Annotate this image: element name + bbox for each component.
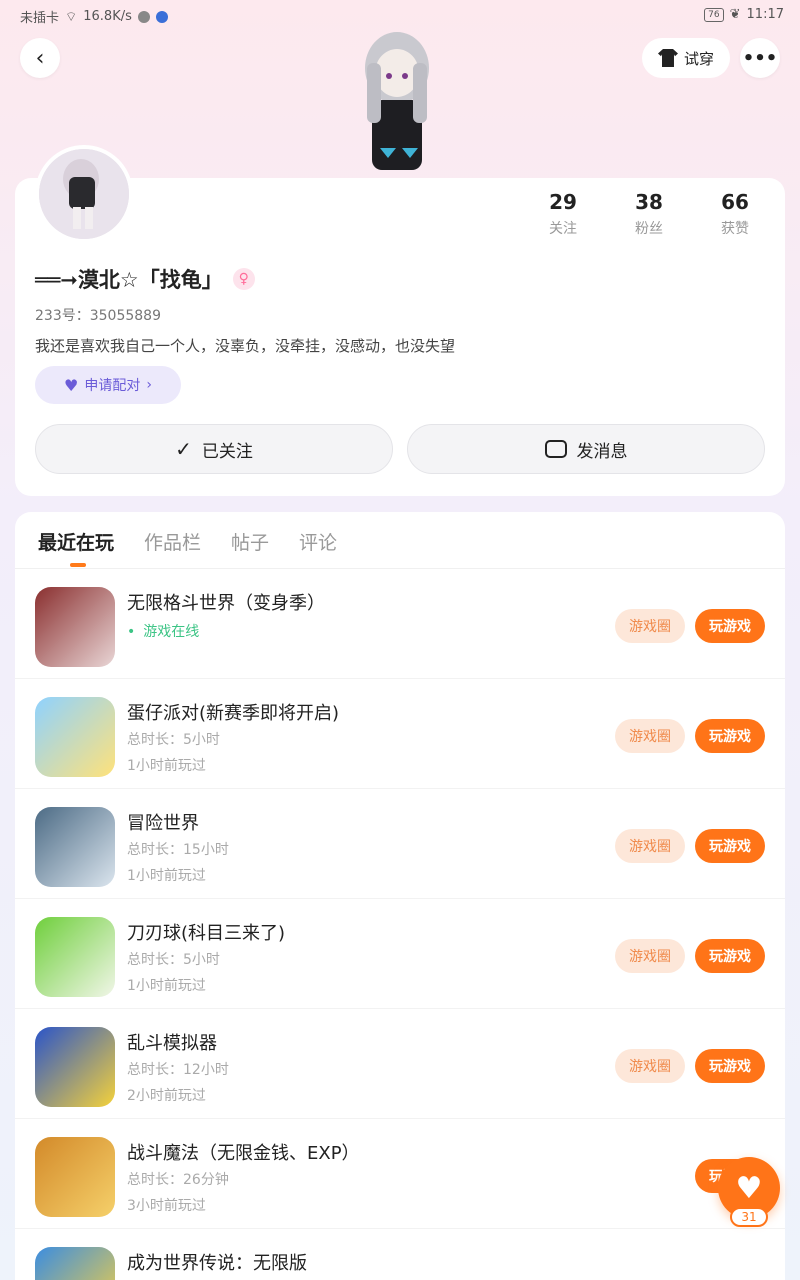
- game-online-status: 游戏在线: [127, 621, 199, 641]
- game-row[interactable]: 冒险世界 总时长：15小时 1小时前玩过 游戏圈 玩游戏: [15, 789, 785, 899]
- game-row[interactable]: 蛋仔派对(新赛季即将开启) 总时长：5小时 1小时前玩过 游戏圈 玩游戏: [15, 679, 785, 789]
- tab-comments[interactable]: 评论: [299, 528, 337, 555]
- play-game-button[interactable]: 玩游戏: [695, 609, 765, 643]
- game-total-time: 总时长：5小时: [127, 732, 220, 748]
- game-circle-button[interactable]: 游戏圈: [615, 939, 685, 973]
- game-total-time: 总时长：26分钟: [127, 1172, 229, 1188]
- game-circle-button[interactable]: 游戏圈: [615, 719, 685, 753]
- stat-followers[interactable]: 38 粉丝: [606, 190, 692, 238]
- chevron-right-icon: ›: [146, 377, 152, 393]
- game-last-played: 2小时前玩过: [127, 1088, 206, 1104]
- active-tab-indicator: [70, 563, 86, 567]
- game-row[interactable]: 刀刃球(科目三来了) 总时长：5小时 1小时前玩过 游戏圈 玩游戏: [15, 899, 785, 1009]
- back-button[interactable]: ‹: [20, 38, 60, 78]
- game-total-time: 总时长：15小时: [127, 842, 229, 858]
- game-circle-button[interactable]: 游戏圈: [615, 609, 685, 643]
- profile-stats: 29 关注 38 粉丝 66 获赞: [520, 190, 780, 238]
- try-on-label: 试穿: [683, 49, 714, 68]
- user-bio: 我还是喜欢我自己一个人，没辜负，没牵挂，没感动，也没失望: [35, 337, 456, 355]
- game-last-played: 3小时前玩过: [127, 1198, 206, 1214]
- username-row: ══➞漠北☆「找龟」 ♀: [35, 264, 255, 294]
- game-title: 战斗魔法（无限金钱、EXP）: [127, 1143, 360, 1164]
- game-icon[interactable]: [35, 917, 115, 997]
- game-icon[interactable]: [35, 1247, 115, 1280]
- likes-label: 获赞: [721, 221, 749, 237]
- username: ══➞漠北☆「找龟」: [35, 268, 223, 292]
- network-speed: 16.8K/s: [83, 9, 132, 24]
- game-icon[interactable]: [35, 807, 115, 887]
- avatar[interactable]: [35, 145, 133, 243]
- game-title: 成为世界传说：无限版: [127, 1253, 307, 1274]
- wifi-icon: ⌔: [65, 9, 78, 25]
- like-count-badge: 31: [730, 1207, 768, 1227]
- play-game-button[interactable]: 玩游戏: [695, 829, 765, 863]
- game-title: 冒险世界: [127, 813, 199, 834]
- battery-indicator: 76: [704, 7, 724, 22]
- game-icon[interactable]: [35, 697, 115, 777]
- game-last-played: 1小时前玩过: [127, 978, 206, 994]
- game-title: 无限格斗世界（变身季）: [127, 593, 325, 614]
- game-icon[interactable]: [35, 1027, 115, 1107]
- game-title: 蛋仔派对(新赛季即将开启): [127, 703, 340, 724]
- more-button[interactable]: •••: [740, 38, 780, 78]
- user-id: 233号：35055889: [35, 308, 161, 324]
- followers-count: 38: [635, 190, 663, 214]
- play-game-button[interactable]: 玩游戏: [695, 939, 765, 973]
- game-title: 乱斗模拟器: [127, 1033, 217, 1054]
- followed-button[interactable]: ✓ 已关注: [35, 424, 393, 474]
- game-icon[interactable]: [35, 1137, 115, 1217]
- shirt-icon: [657, 49, 678, 67]
- likes-count: 66: [721, 190, 749, 214]
- game-circle-button[interactable]: 游戏圈: [615, 829, 685, 863]
- following-label: 关注: [549, 221, 577, 237]
- chevron-left-icon: ‹: [35, 45, 45, 71]
- avatar-figure-image: [365, 32, 429, 170]
- leaf-icon: ❦: [729, 7, 741, 22]
- game-row[interactable]: 成为世界传说：无限版: [15, 1229, 785, 1280]
- tab-recently-played[interactable]: 最近在玩: [38, 528, 114, 555]
- game-icon[interactable]: [35, 587, 115, 667]
- carrier-text: 未插卡: [20, 11, 60, 26]
- play-game-button[interactable]: 玩游戏: [695, 1049, 765, 1083]
- chat-app-icon: [137, 10, 150, 23]
- game-total-time: 总时长：5小时: [127, 952, 220, 968]
- apply-pair-button[interactable]: ♥ 申请配对 ›: [35, 366, 181, 404]
- followed-label: 已关注: [201, 441, 253, 462]
- stat-likes[interactable]: 66 获赞: [692, 190, 778, 238]
- play-game-button[interactable]: 玩游戏: [695, 719, 765, 753]
- game-row[interactable]: 无限格斗世界（变身季） 游戏在线 游戏圈 玩游戏: [15, 569, 785, 679]
- game-title: 刀刃球(科目三来了): [127, 923, 286, 944]
- send-message-label: 发消息: [576, 441, 628, 462]
- game-row[interactable]: 战斗魔法（无限金钱、EXP） 总时长：26分钟 3小时前玩过 玩游戏: [15, 1119, 785, 1229]
- music-app-icon: [155, 10, 168, 23]
- more-dots-icon: •••: [742, 47, 778, 69]
- game-last-played: 1小时前玩过: [127, 758, 206, 774]
- game-total-time: 总时长：12小时: [127, 1062, 229, 1078]
- send-message-button[interactable]: 发消息: [407, 424, 765, 474]
- game-circle-button[interactable]: 游戏圈: [615, 1049, 685, 1083]
- game-last-played: 1小时前玩过: [127, 868, 206, 884]
- avatar-image: [39, 149, 129, 239]
- heart-icon: ♥: [64, 375, 79, 395]
- stat-following[interactable]: 29 关注: [520, 190, 606, 238]
- try-on-button[interactable]: 试穿: [642, 38, 730, 78]
- apply-pair-label: 申请配对: [84, 378, 141, 394]
- following-count: 29: [549, 190, 577, 214]
- chat-bubble-icon: [544, 440, 567, 458]
- followers-label: 粉丝: [635, 221, 663, 237]
- check-icon: ✓: [175, 437, 192, 461]
- clock: 11:17: [746, 7, 784, 22]
- tab-posts[interactable]: 帖子: [231, 528, 269, 555]
- profile-tabs: 最近在玩 作品栏 帖子 评论: [38, 528, 337, 555]
- gender-female-icon: ♀: [232, 268, 255, 290]
- game-row[interactable]: 乱斗模拟器 总时长：12小时 2小时前玩过 游戏圈 玩游戏: [15, 1009, 785, 1119]
- heart-icon: ♥: [735, 1170, 763, 1206]
- tab-works[interactable]: 作品栏: [144, 528, 201, 555]
